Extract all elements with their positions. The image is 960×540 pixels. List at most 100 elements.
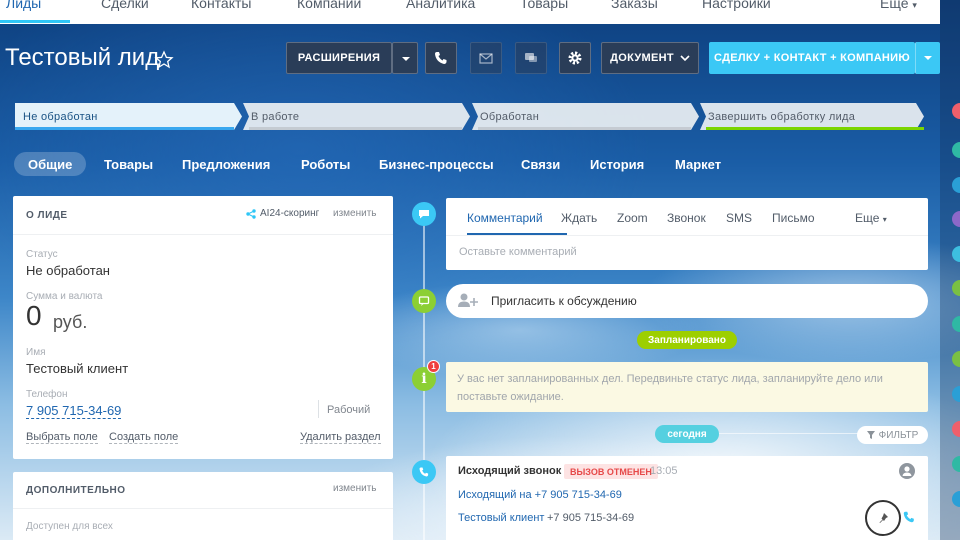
comment-timeline-icon (412, 202, 436, 226)
name-value: Тестовый клиент (26, 361, 129, 376)
extensions-dropdown-button[interactable] (392, 42, 418, 74)
tab-links[interactable]: Связи (521, 152, 560, 176)
currency-value: руб. (53, 312, 88, 332)
stage-not-processed[interactable]: Не обработан (15, 103, 242, 130)
tab-general[interactable]: Общие (14, 152, 87, 176)
phone-type: Рабочий (327, 404, 371, 416)
page-title: Тестовый лид (5, 44, 160, 71)
tab-offers[interactable]: Предложения (182, 152, 270, 176)
call-title: Исходящий звонок (458, 465, 562, 477)
user-avatar-icon[interactable] (899, 463, 915, 479)
chevron-down-icon: ▾ (912, 0, 917, 10)
outgoing-number-link[interactable]: Исходящий на +7 905 715-34-69 (458, 489, 622, 501)
create-field-link[interactable]: Создать поле (109, 431, 179, 444)
add-user-icon (458, 293, 478, 307)
today-separator (700, 433, 860, 434)
composer-tab-wait[interactable]: Ждать (561, 211, 597, 225)
tab-products[interactable]: Товары (104, 152, 153, 176)
document-button[interactable]: ДОКУМЕНТ (601, 42, 699, 74)
divider (13, 508, 393, 509)
nav-more-button[interactable]: Еще ▾ (880, 0, 917, 11)
gear-icon (568, 51, 582, 65)
delete-section-link[interactable]: Удалить раздел (300, 431, 381, 444)
composer-more-label: Еще (855, 211, 880, 225)
select-field-link[interactable]: Выбрать поле (26, 431, 98, 444)
chat-button[interactable] (515, 42, 547, 74)
mail-icon (479, 53, 493, 64)
ai-scoring-label: AI24-скоринг (260, 208, 320, 219)
additional-card: ДОПОЛНИТЕЛЬНО изменить Доступен для всех (13, 472, 393, 540)
ai-scoring-link[interactable]: AI24-скоринг (246, 208, 319, 219)
tab-history[interactable]: История (590, 152, 644, 176)
convert-dropdown-button[interactable] (915, 42, 940, 74)
nav-item-analytics[interactable]: Аналитика (406, 0, 475, 11)
tab-robots[interactable]: Роботы (301, 152, 350, 176)
planned-notice: У вас нет запланированных дел. Передвинь… (446, 362, 928, 412)
info-icon: i (421, 371, 427, 387)
nav-item-contacts[interactable]: Контакты (191, 0, 251, 11)
chat-icon (525, 53, 537, 62)
composer-tab-zoom[interactable]: Zoom (617, 211, 648, 225)
filter-button[interactable]: ФИЛЬТР (857, 426, 928, 444)
stage-processed[interactable]: Обработан (472, 103, 699, 130)
planned-badge: Запланировано (637, 331, 737, 349)
divider (318, 400, 319, 418)
phone-callback-icon[interactable] (902, 510, 916, 524)
nav-item-companies[interactable]: Компании (297, 0, 361, 11)
name-label: Имя (26, 347, 46, 358)
amount-value: 0 (26, 300, 42, 331)
additional-title: ДОПОЛНИТЕЛЬНО (26, 485, 126, 496)
call-button[interactable] (425, 42, 457, 74)
active-nav-indicator (0, 20, 70, 23)
comment-icon (419, 210, 429, 219)
nav-item-orders[interactable]: Заказы (611, 0, 658, 11)
nav-item-settings[interactable]: Настройки (702, 0, 771, 11)
composer-more-button[interactable]: Еще ▾ (855, 211, 887, 225)
about-lead-card: О ЛИДЕ AI24-скоринг изменить Статус Не о… (13, 196, 393, 459)
status-label: Статус (26, 249, 58, 260)
pin-icon (879, 513, 888, 523)
nav-item-deals[interactable]: Сделки (101, 0, 149, 11)
status-value: Не обработан (26, 263, 110, 278)
invite-bar[interactable]: Пригласить к обсуждению (446, 284, 928, 318)
nav-item-products[interactable]: Товары (520, 0, 568, 11)
convert-button[interactable]: СДЕЛКУ + КОНТАКТ + КОМПАНИЮ (709, 42, 915, 74)
composer-tab-sms[interactable]: SMS (726, 211, 752, 225)
call-time: 13:05 (650, 465, 678, 477)
comment-composer: Комментарий Ждать Zoom Звонок SMS Письмо… (446, 198, 928, 270)
email-button[interactable] (470, 42, 502, 74)
chevron-down-icon (924, 56, 932, 60)
pin-button[interactable] (865, 500, 901, 536)
star-icon[interactable] (154, 50, 174, 70)
stage-indicator-2 (249, 127, 462, 130)
chevron-down-icon: ▾ (882, 215, 887, 224)
document-label: ДОКУМЕНТ (610, 52, 674, 64)
composer-tab-email[interactable]: Письмо (772, 211, 815, 225)
composer-tab-call[interactable]: Звонок (667, 211, 706, 225)
nav-item-leads[interactable]: Лиды (6, 0, 41, 11)
tab-market[interactable]: Маркет (675, 152, 721, 176)
about-edit-link[interactable]: изменить (333, 208, 377, 219)
stage-finish[interactable]: Завершить обработку лида (700, 103, 924, 130)
extensions-button[interactable]: РАСШИРЕНИЯ (286, 42, 392, 74)
tab-business-processes[interactable]: Бизнес-процессы (379, 152, 494, 176)
nav-more-label: Еще (880, 0, 909, 11)
planned-notice-text: У вас нет запланированных дел. Передвинь… (457, 373, 883, 403)
top-navigation: Лиды Сделки Контакты Компании Аналитика … (0, 0, 940, 24)
invite-text: Пригласить к обсуждению (491, 294, 637, 308)
notification-count-badge: 1 (427, 360, 440, 373)
client-link[interactable]: Тестовый клиент (458, 512, 544, 524)
stage-indicator-4 (706, 127, 924, 130)
available-label: Доступен для всех (26, 521, 113, 532)
phone-icon (435, 52, 447, 64)
divider (13, 234, 393, 235)
additional-edit-link[interactable]: изменить (333, 483, 377, 494)
phone-link[interactable]: 7 905 715-34-69 (26, 403, 122, 419)
settings-button[interactable] (559, 42, 591, 74)
comment-input[interactable]: Оставьте комментарий (459, 246, 577, 258)
chevron-down-icon (680, 55, 690, 62)
divider (446, 235, 928, 236)
phone-label: Телефон (26, 389, 68, 400)
stage-in-progress[interactable]: В работе (243, 103, 470, 130)
composer-tab-comment[interactable]: Комментарий (467, 211, 543, 225)
